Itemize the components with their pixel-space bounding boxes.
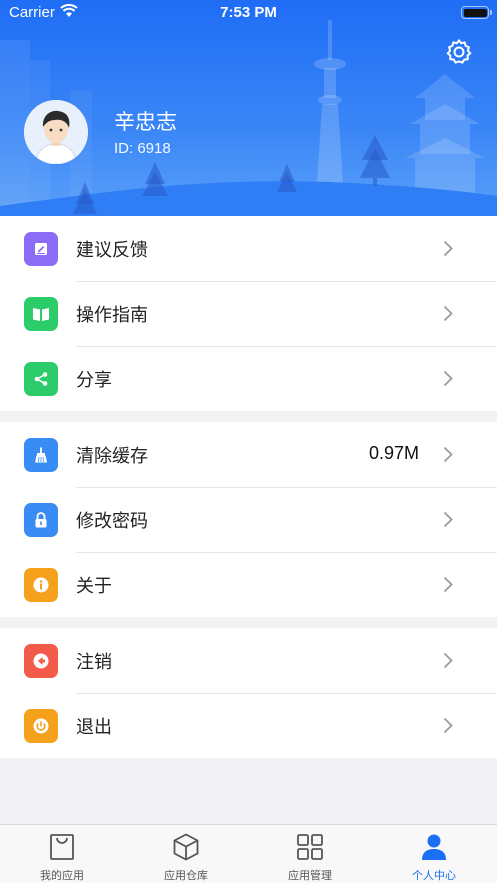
chevron-right-icon xyxy=(443,370,453,387)
chevron-right-icon xyxy=(443,305,453,322)
status-bar: Carrier 7:53 PM xyxy=(0,0,497,26)
tab-personal-center[interactable]: 个人中心 xyxy=(372,825,496,883)
menu-item-change-password[interactable]: 修改密码 xyxy=(0,487,497,552)
person-icon xyxy=(422,834,446,860)
menu-item-feedback[interactable]: 建议反馈 xyxy=(0,216,497,281)
menu-item-about[interactable]: 关于 xyxy=(0,552,497,617)
tab-label: 个人中心 xyxy=(412,869,456,882)
edit-icon xyxy=(24,232,58,266)
chevron-right-icon xyxy=(443,511,453,528)
tab-app-management[interactable]: 应用管理 xyxy=(248,825,372,883)
box-icon xyxy=(173,833,199,861)
menu-item-label: 修改密码 xyxy=(76,511,148,532)
clock: 7:53 PM xyxy=(220,4,277,21)
grid-icon xyxy=(297,834,323,860)
menu-item-label: 分享 xyxy=(76,370,112,391)
share-icon xyxy=(24,362,58,396)
gear-icon[interactable] xyxy=(445,38,473,66)
info-icon xyxy=(24,568,58,602)
menu-item-label: 退出 xyxy=(76,717,112,738)
tab-bar: 我的应用 应用仓库 应用管理 个人中心 xyxy=(0,824,497,883)
bag-icon xyxy=(50,834,74,860)
chevron-right-icon xyxy=(443,652,453,669)
menu-item-label: 注销 xyxy=(76,652,112,673)
menu-item-label: 建议反馈 xyxy=(76,240,148,261)
menu-item-share[interactable]: 分享 xyxy=(0,346,497,411)
user-id: ID: 6918 xyxy=(114,140,171,157)
chevron-right-icon xyxy=(443,576,453,593)
power-icon xyxy=(24,709,58,743)
broom-icon xyxy=(24,438,58,472)
menu-group-settings: 清除缓存 0.97M 修改密码 关于 xyxy=(0,422,497,617)
menu-item-guide[interactable]: 操作指南 xyxy=(0,281,497,346)
lock-icon xyxy=(24,503,58,537)
menu-item-label: 清除缓存 xyxy=(76,446,148,467)
tab-label: 应用管理 xyxy=(288,869,332,882)
avatar[interactable] xyxy=(24,100,88,164)
tab-app-store[interactable]: 应用仓库 xyxy=(124,825,248,883)
tab-my-apps[interactable]: 我的应用 xyxy=(0,825,124,883)
menu-item-label: 操作指南 xyxy=(76,305,148,326)
chevron-right-icon xyxy=(443,717,453,734)
menu-group-account: 注销 退出 xyxy=(0,628,497,758)
tab-label: 应用仓库 xyxy=(164,869,208,882)
battery-icon xyxy=(461,6,492,19)
book-icon xyxy=(24,297,58,331)
menu-item-label: 关于 xyxy=(76,576,112,597)
menu-item-clear-cache[interactable]: 清除缓存 0.97M xyxy=(0,422,497,487)
profile-header: Carrier 7:53 PM 辛忠志 ID: 6918 xyxy=(0,0,497,216)
menu-item-deregister[interactable]: 注销 xyxy=(0,628,497,693)
tab-label: 我的应用 xyxy=(40,869,84,882)
menu-group-feedback: 建议反馈 操作指南 分享 xyxy=(0,216,497,411)
chevron-right-icon xyxy=(443,446,453,463)
cache-size-value: 0.97M xyxy=(368,443,419,463)
user-name: 辛忠志 xyxy=(114,110,177,134)
chevron-right-icon xyxy=(443,240,453,257)
menu-item-logout[interactable]: 退出 xyxy=(0,693,497,758)
logout-icon xyxy=(24,644,58,678)
